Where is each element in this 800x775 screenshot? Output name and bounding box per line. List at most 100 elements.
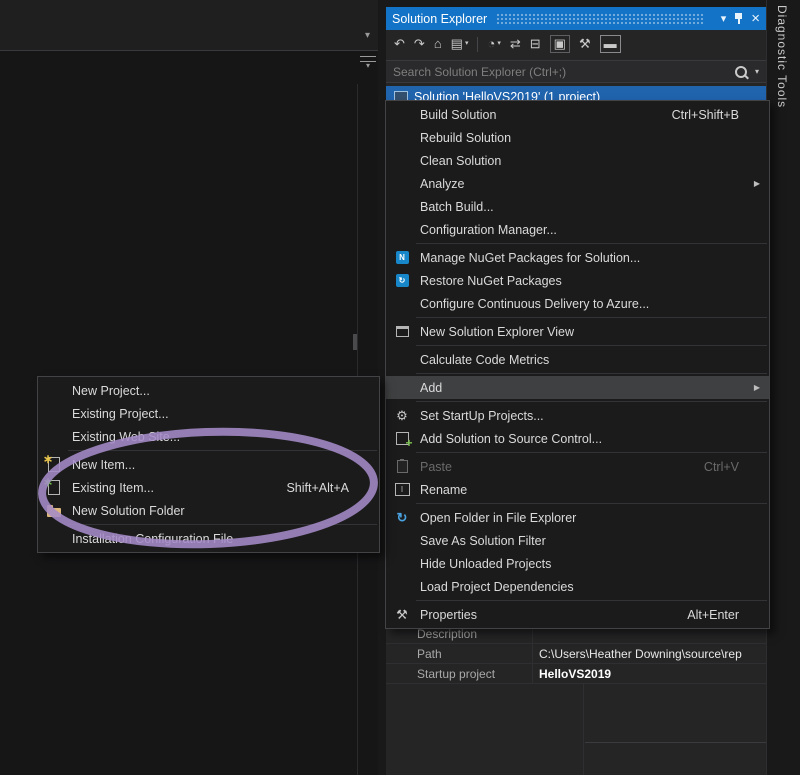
menu-item-add[interactable]: Add ▶ [386,376,769,399]
pin-button[interactable] [734,12,743,25]
search-placeholder: Search Solution Explorer (Ctrl+;) [393,65,735,79]
diagnostic-tools-strip: Diagnostic Tools [766,0,800,775]
menu-item-new-project[interactable]: New Project... [38,379,379,402]
menu-item-installation-configuration-file[interactable]: Installation Configuration File [38,527,379,550]
folder-icon [45,502,63,519]
menu-item-rebuild-solution[interactable]: Rebuild Solution [386,126,769,149]
menu-item-hide-unloaded-projects[interactable]: Hide Unloaded Projects [386,552,769,575]
close-icon: × [751,11,760,26]
shortcut: Alt+Enter [659,608,739,622]
preview-icon: ▣ [554,37,566,51]
preview-selected-item-button[interactable]: ▣ [550,35,570,53]
menu-item-add-solution-to-source-control[interactable]: Add Solution to Source Control... [386,427,769,450]
menu-item-manage-nuget-packages[interactable]: N Manage NuGet Packages for Solution... [386,246,769,269]
menu-separator [416,243,767,244]
menu-item-existing-project[interactable]: Existing Project... [38,402,379,425]
shortcut: Ctrl+V [676,460,739,474]
property-value[interactable]: C:\Users\Heather Downing\source\rep [533,647,766,661]
collapse-all-icon: ⊟ [530,37,541,51]
menu-separator [416,317,767,318]
forward-button[interactable]: ↷ [414,37,425,51]
menu-separator [416,345,767,346]
menu-item-set-startup-projects[interactable]: ⚙ Set StartUp Projects... [386,404,769,427]
properties-button[interactable]: ⚒ [579,37,591,51]
toolbar-separator [477,37,478,52]
menu-separator [416,401,767,402]
solution-explorer-toolbar: ↶ ↷ ⌂ ▤ ▾ ◔ ▾ ⇄ ⊟ ▣ ⚒ ▬ [386,30,766,58]
menu-item-paste[interactable]: Paste Ctrl+V [386,455,769,478]
chevron-down-icon[interactable]: ▾ [755,67,759,76]
menu-item-clean-solution[interactable]: Clean Solution [386,149,769,172]
tab-diagnostic-tools[interactable]: Diagnostic Tools [775,5,789,108]
menu-separator [68,450,377,451]
home-icon: ⌂ [434,37,442,51]
add-submenu: New Project... Existing Project... Exist… [37,376,380,553]
menu-item-properties[interactable]: ⚒ Properties Alt+Enter [386,603,769,626]
pin-icon [734,12,743,25]
property-value[interactable]: HelloVS2019 [533,667,766,681]
filter-dropdown-button[interactable]: ◔ ▾ [487,37,500,51]
sync-button[interactable]: ⇄ [510,37,521,51]
gear-icon: ⚙ [393,407,411,424]
menu-item-rename[interactable]: I Rename [386,478,769,501]
menu-item-new-item[interactable]: ∗ New Item... [38,453,379,476]
splitter-grip[interactable]: ▾ [360,56,376,70]
menu-item-batch-build[interactable]: Batch Build... [386,195,769,218]
menu-separator [416,452,767,453]
menu-item-build-solution[interactable]: Build Solution Ctrl+Shift+B [386,103,769,126]
menu-item-configuration-manager[interactable]: Configuration Manager... [386,218,769,241]
menu-item-new-solution-folder[interactable]: New Solution Folder [38,499,379,522]
menu-item-open-folder-in-file-explorer[interactable]: ↻ Open Folder in File Explorer [386,506,769,529]
close-button[interactable]: × [751,11,760,26]
paste-icon [393,458,411,475]
drag-handle-dots [496,13,704,25]
shortcut: Shift+Alt+A [258,481,349,495]
views-icon: ▤ [451,37,463,51]
menu-item-save-as-solution-filter[interactable]: Save As Solution Filter [386,529,769,552]
splitter-caret-icon: ▾ [360,62,376,70]
pane-divider [585,742,766,743]
menu-separator [416,600,767,601]
menu-separator [416,373,767,374]
chevron-down-icon: ▾ [465,37,469,51]
menu-item-configure-continuous-delivery[interactable]: Configure Continuous Delivery to Azure..… [386,292,769,315]
menu-item-new-solution-explorer-view[interactable]: New Solution Explorer View [386,320,769,343]
search-icon [735,66,747,78]
home-button[interactable]: ⌂ [434,37,442,51]
back-button[interactable]: ↶ [394,37,405,51]
menu-separator [68,524,377,525]
collapse-all-button[interactable]: ⊟ [530,37,541,51]
menu-item-existing-item[interactable]: ∗ Existing Item... Shift+Alt+A [38,476,379,499]
vs-window: ▾ ▾ Solution Explorer ▾ × ↶ ↷ ⌂ ▤ ▾ [0,0,800,775]
filter-icon: ◔ [487,37,495,51]
forward-icon: ↷ [414,37,425,51]
wrench-icon: ⚒ [393,606,411,623]
sparkle-icon: ∗ [43,452,53,466]
menu-item-calculate-code-metrics[interactable]: Calculate Code Metrics [386,348,769,371]
chevron-down-icon: ▾ [497,37,501,51]
chevron-down-icon[interactable]: ▾ [365,30,370,41]
bar-icon: ▬ [604,37,617,51]
menu-item-restore-nuget-packages[interactable]: ↻ Restore NuGet Packages [386,269,769,292]
source-control-icon [393,430,411,447]
existing-item-icon: ∗ [45,479,63,496]
pane-divider [583,684,584,775]
property-label: Startup project [386,664,533,683]
sparkle-icon: ∗ [43,475,53,489]
property-row: Path C:\Users\Heather Downing\source\rep [386,644,766,664]
panel-title: Solution Explorer [392,12,487,26]
menu-item-analyze[interactable]: Analyze ▶ [386,172,769,195]
submenu-arrow-icon: ▶ [754,179,760,188]
show-all-files-button[interactable]: ▬ [600,35,621,53]
solution-context-menu: Build Solution Ctrl+Shift+B Rebuild Solu… [385,100,770,629]
rename-icon: I [393,481,411,498]
menu-item-load-project-dependencies[interactable]: Load Project Dependencies [386,575,769,598]
scrollbar-thumb[interactable] [353,334,357,350]
search-input[interactable]: Search Solution Explorer (Ctrl+;) ▾ [386,60,766,83]
property-row: Startup project HelloVS2019 [386,664,766,684]
views-dropdown-button[interactable]: ▤ ▾ [451,37,469,51]
open-folder-icon: ↻ [393,509,411,526]
menu-item-existing-web-site[interactable]: Existing Web Site... [38,425,379,448]
solution-explorer-titlebar[interactable]: Solution Explorer ▾ × [386,7,766,30]
window-position-button[interactable]: ▾ [721,12,727,25]
